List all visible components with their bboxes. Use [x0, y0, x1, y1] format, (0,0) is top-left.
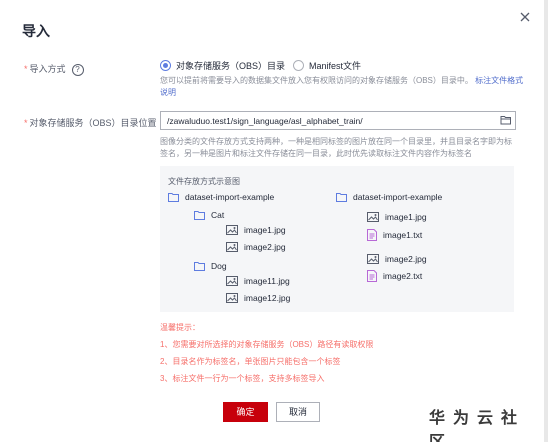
close-icon[interactable]: [517, 9, 533, 25]
import-method-label: * 导入方式?: [24, 62, 84, 76]
text-file-icon: [367, 270, 377, 282]
right-file-3: image2.jpg: [367, 254, 427, 264]
folder-icon: [194, 261, 205, 271]
dog-folder: Dog: [194, 261, 227, 271]
import-method-radio-group: 对象存储服务（OBS）目录 Manifest文件: [160, 59, 369, 72]
radio-obs-label: 对象存储服务（OBS）目录: [176, 61, 286, 71]
radio-manifest-label: Manifest文件: [309, 61, 362, 71]
tip-item-1: 1、您需要对所选择的对象存储服务（OBS）路径有读取权限: [160, 340, 374, 349]
watermark: 华为云社区: [429, 410, 526, 442]
image-file-icon: [367, 212, 379, 222]
radio-manifest-file[interactable]: Manifest文件: [293, 59, 361, 72]
scrollbar-track: [544, 0, 548, 442]
right-root-folder: dataset-import-example: [336, 192, 442, 202]
image-file-icon: [226, 293, 238, 303]
obs-path-hint: 图像分类的文件存放方式支持两种，一种是相同标签的图片放在同一个目录里，并且目录名…: [160, 137, 512, 158]
dialog-title: 导入: [22, 23, 50, 39]
radio-dot: [160, 60, 171, 71]
tip-item-2: 2、目录名作为标签名，单张图片只能包含一个标签: [160, 357, 341, 366]
image-file-icon: [226, 242, 238, 252]
example-diagram-box: [160, 166, 514, 312]
right-file-2: image1.txt: [367, 229, 422, 241]
left-root-folder: dataset-import-example: [168, 192, 274, 202]
dog-file-1: image11.jpg: [226, 276, 290, 286]
image-file-icon: [367, 254, 379, 264]
ok-button[interactable]: 确定: [223, 402, 268, 422]
cancel-button[interactable]: 取消: [276, 402, 320, 422]
import-dialog: 导入 * 导入方式? 对象存储服务（OBS）目录 Manifest文件 您可以提前…: [0, 0, 548, 442]
required-mark: *: [24, 118, 28, 128]
required-mark: *: [24, 64, 28, 74]
radio-obs-directory[interactable]: 对象存储服务（OBS）目录: [160, 59, 285, 72]
folder-icon: [168, 192, 179, 202]
image-file-icon: [226, 225, 238, 235]
import-method-hint: 您可以提前将需要导入的数据集文件放入您有权限访问的对象存储服务（OBS）目录中。…: [160, 76, 524, 97]
example-title: 文件存放方式示意图: [168, 177, 240, 186]
folder-icon: [336, 192, 347, 202]
text-file-icon: [367, 229, 377, 241]
cat-file-2: image2.jpg: [226, 242, 286, 252]
image-file-icon: [226, 276, 238, 286]
cat-file-1: image1.jpg: [226, 225, 286, 235]
tip-item-3: 3、标注文件一行为一个标签，支持多标签导入: [160, 374, 325, 383]
dog-file-2: image12.jpg: [226, 293, 290, 303]
cat-folder: Cat: [194, 210, 224, 220]
tips-title: 温馨提示：: [160, 323, 200, 332]
obs-path-label: * 对象存储服务（OBS）目录位置: [24, 118, 157, 128]
folder-open-icon[interactable]: [500, 114, 512, 126]
right-file-4: image2.txt: [367, 270, 422, 282]
radio-dot: [293, 60, 305, 71]
right-file-1: image1.jpg: [367, 212, 427, 222]
obs-path-input[interactable]: /zawaluduo.test1/sign_language/asl_alpha…: [160, 111, 516, 130]
help-icon[interactable]: ?: [71, 63, 84, 76]
folder-icon: [194, 210, 205, 220]
